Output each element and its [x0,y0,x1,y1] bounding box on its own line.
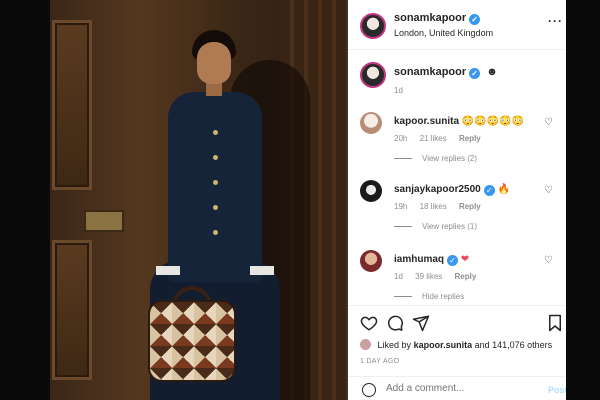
liked-by-text: Liked by kapoor.sunita and 141,076 other… [360,339,552,350]
comment-likes[interactable]: 21 likes [420,134,447,143]
post-header: sonamkapoor ✓ London, United Kingdom ··· [348,0,566,50]
comment-time: 1d [394,272,403,281]
coat-button [213,130,218,135]
comment-text: kapoor.sunita 😳😳😳😳😳 [394,116,524,127]
like-heart-icon[interactable] [360,314,378,332]
commenter-avatar[interactable] [360,112,382,134]
verified-badge-icon: ✓ [447,255,459,266]
view-replies-button[interactable]: View replies (1) [420,222,477,231]
comment-bubble-icon[interactable] [386,314,404,332]
liked-by-count[interactable]: and 141,076 others [475,340,553,350]
emoji-picker-icon[interactable] [362,383,376,397]
comment-body: 😳😳😳😳😳 [461,116,525,127]
like-comment-heart-icon[interactable]: ♡ [544,256,554,266]
verified-badge-icon: ✓ [469,68,481,79]
commenter-avatar[interactable] [360,180,382,202]
post-location[interactable]: London, United Kingdom [394,28,493,38]
comment-meta: 1d 39 likes Reply [394,272,486,281]
author-username-text[interactable]: sonamkapoor [394,12,466,24]
post-sidebar: sonamkapoor ✓ London, United Kingdom ··· … [348,0,566,400]
coat-button [213,155,218,160]
coat-button [213,205,218,210]
caption-avatar[interactable] [360,62,386,88]
woven-handbag [148,300,236,382]
save-bookmark-icon[interactable] [546,314,564,332]
commenter-username[interactable]: iamhumaq [394,254,444,265]
like-comment-heart-icon[interactable]: ♡ [544,118,554,128]
comment-meta: 20h 21 likes Reply [394,134,491,143]
more-options-icon[interactable]: ··· [548,14,563,28]
door-panel [52,240,92,380]
caption-emoji: ☻ [486,66,498,78]
add-comment-input[interactable] [386,383,536,394]
caption-username-text[interactable]: sonamkapoor [394,66,466,78]
screenshot-frame: sonamkapoor ✓ London, United Kingdom ··· … [0,0,600,400]
post-comment-button[interactable]: Post [548,385,566,395]
reply-button[interactable]: Reply [455,272,477,281]
comment-likes[interactable]: 18 likes [420,202,447,211]
caption-time: 1d [394,86,403,95]
comment-time: 19h [394,202,408,211]
add-comment-bar: Post [348,376,566,400]
comment-body: ❤ [460,254,470,265]
commenter-avatar[interactable] [360,250,382,272]
author-username[interactable]: sonamkapoor ✓ [394,12,481,25]
share-send-icon[interactable] [412,314,430,332]
comment-text: iamhumaq ✓ ❤ [394,254,469,266]
comment-body: 🔥 [497,184,510,195]
commenter-username[interactable]: sanjaykapoor2500 [394,184,481,195]
author-avatar[interactable] [360,13,386,39]
comment-text: sanjaykapoor2500 ✓ 🔥 [394,184,510,196]
neck [206,82,222,96]
caption: sonamkapoor ✓ ☻ 1d [348,58,566,104]
caption-username[interactable]: sonamkapoor ✓ ☻ [394,66,498,79]
liker-avatar[interactable] [360,339,371,350]
verified-badge-icon: ✓ [483,185,495,196]
background-gutter [566,0,600,400]
liked-by-prefix: Liked by [377,340,412,350]
shirt-cuff [250,266,274,275]
post-photo[interactable] [50,0,348,400]
post-date[interactable]: 1 DAY AGO [360,358,399,365]
coat-button [213,180,218,185]
view-replies-button[interactable]: View replies (2) [420,154,477,163]
comment-likes[interactable]: 39 likes [415,272,442,281]
comment-meta: 19h 18 likes Reply [394,202,491,211]
comment-time: 20h [394,134,408,143]
face [197,42,231,84]
like-comment-heart-icon[interactable]: ♡ [544,186,554,196]
door-handle [84,210,124,232]
reply-button[interactable]: Reply [459,202,481,211]
verified-badge-icon: ✓ [469,14,481,25]
post-actions: Liked by kapoor.sunita and 141,076 other… [348,305,566,400]
commenter-username[interactable]: kapoor.sunita [394,116,459,127]
shirt-cuff [156,266,180,275]
door-panel [52,20,92,190]
coat [168,92,262,282]
reply-button[interactable]: Reply [459,134,481,143]
coat-button [213,230,218,235]
liked-by-username[interactable]: kapoor.sunita [414,340,473,350]
hide-replies-button[interactable]: Hide replies [420,292,464,301]
